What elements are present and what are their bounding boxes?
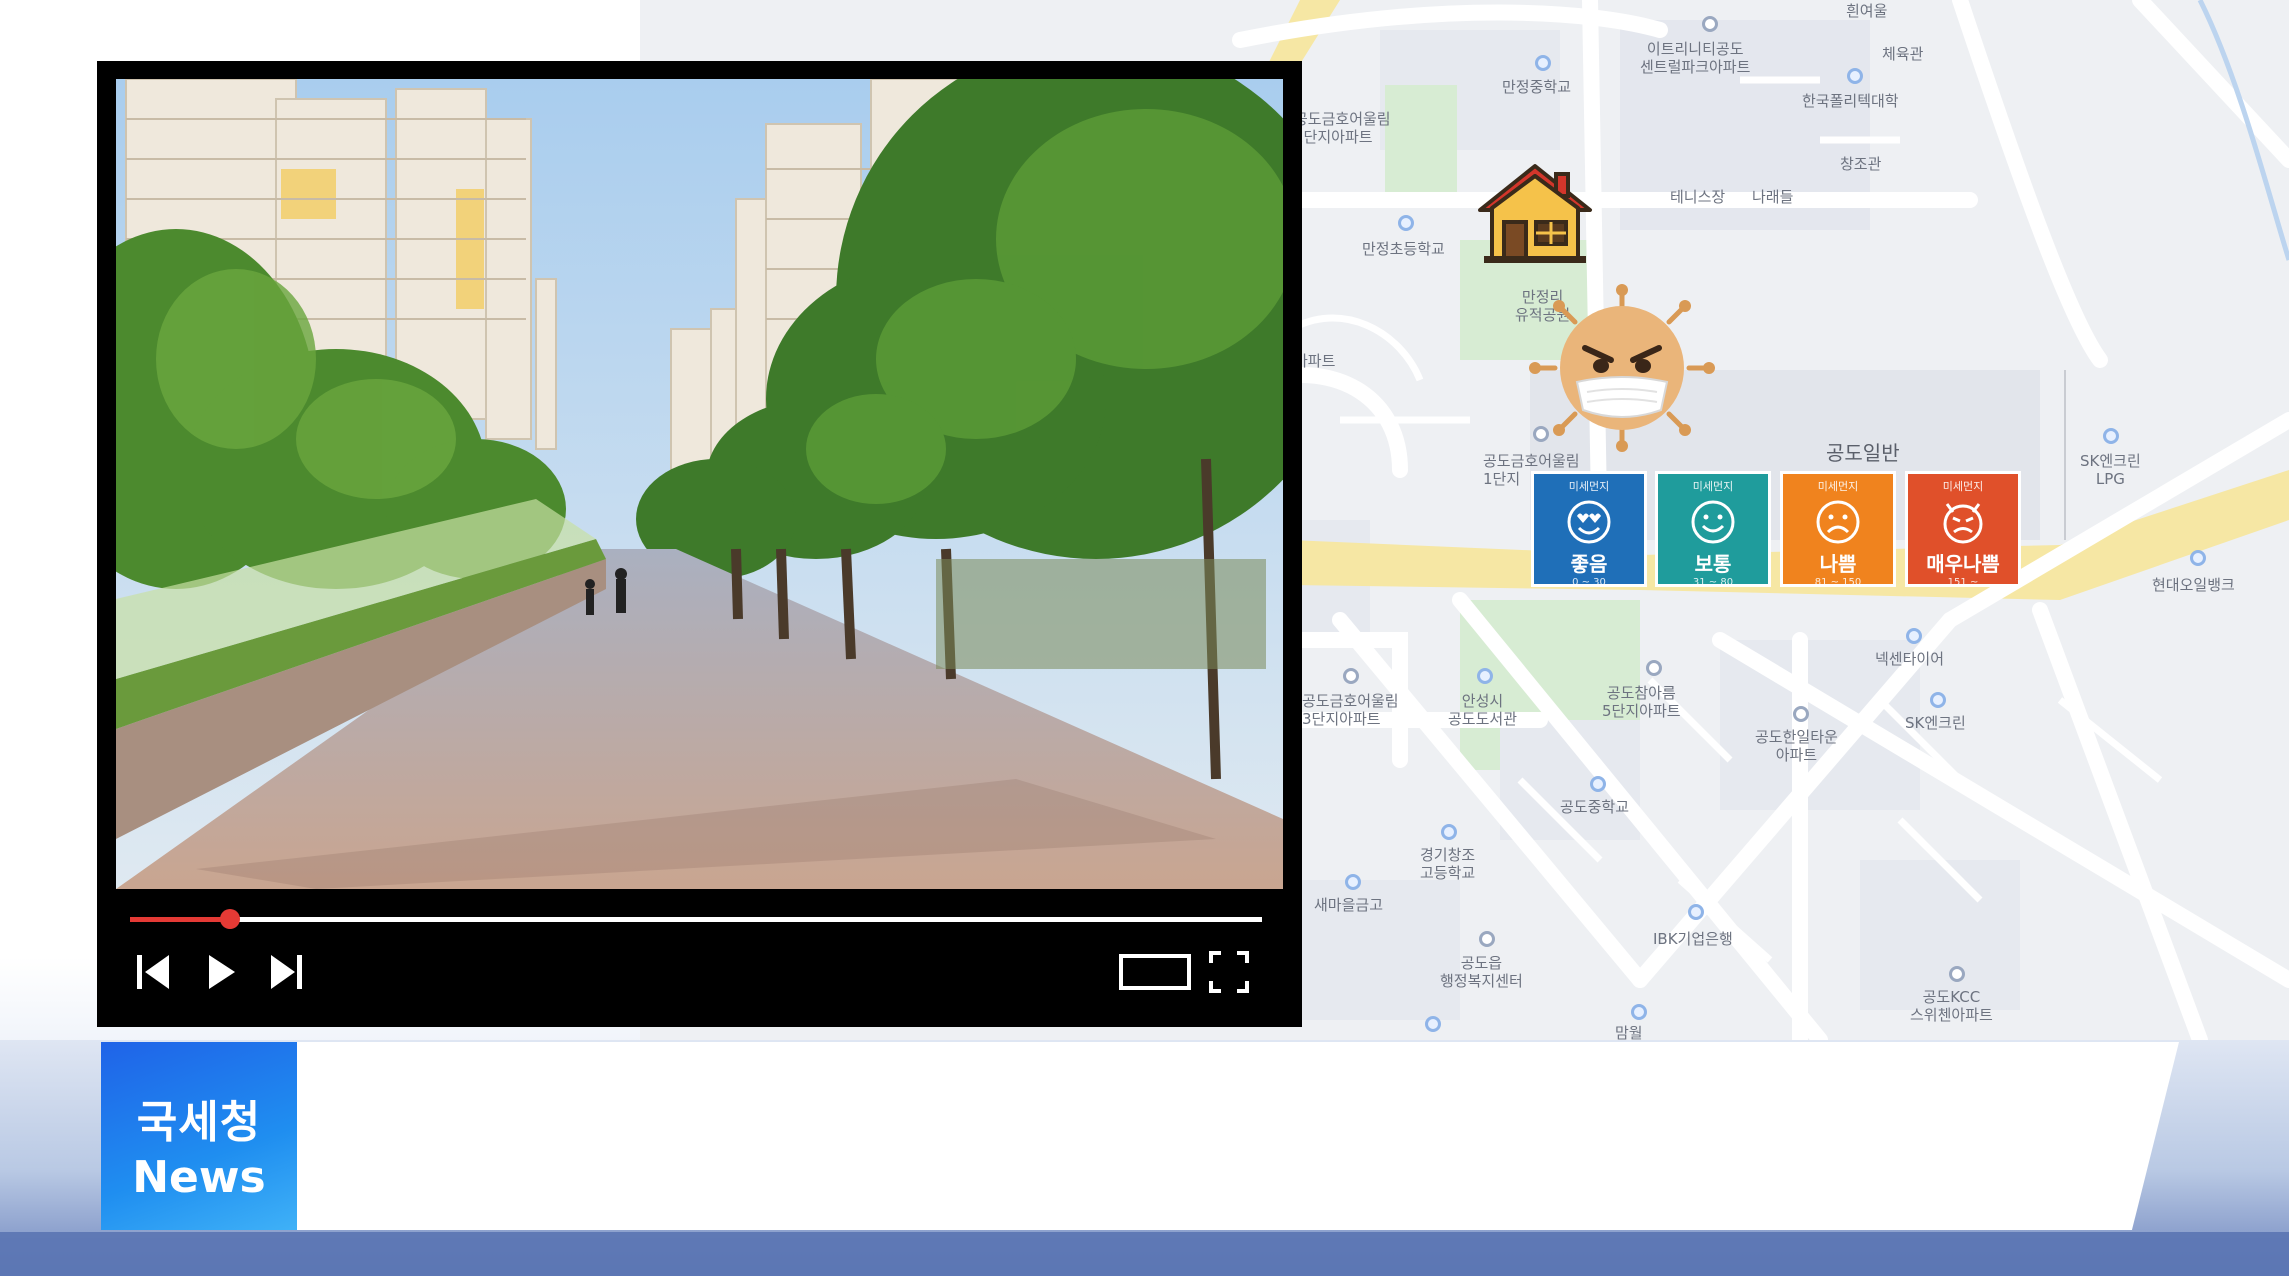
caption-box (297, 1042, 2179, 1230)
map-label: 테니스장 (1670, 188, 1726, 206)
theater-mode-icon[interactable] (1117, 947, 1193, 997)
map-poi-marker[interactable] (1949, 966, 1965, 982)
map-label: 안성시 공도도서관 (1448, 692, 1518, 728)
air-quality-range: 151 ~ (1947, 577, 1979, 588)
map-label: 공도참아름 5단지아파트 (1602, 684, 1681, 720)
air-quality-card-header: 미세먼지 (1692, 480, 1734, 493)
lower-third-footer (0, 1232, 2289, 1276)
skip-next-icon[interactable] (263, 947, 307, 997)
school-poi-icon[interactable] (1590, 776, 1606, 792)
map-poi-marker[interactable] (1343, 668, 1359, 684)
bank-poi-icon[interactable] (1688, 904, 1704, 920)
map-label: 공도읍 행정복지센터 (1440, 954, 1523, 990)
broadcast-frame: 이트리니티공도 센트럴파크아파트 흰여울 체육관 만정중학교 한국폴리텍대학 공도… (0, 0, 2289, 1276)
air-quality-card-header: 미세먼지 (1568, 480, 1610, 493)
air-quality-card-header: 미세먼지 (1942, 480, 1984, 493)
bank-poi-icon[interactable] (1345, 874, 1361, 890)
air-quality-range: 81 ~ 150 (1814, 577, 1862, 588)
map-label: 만정중학교 (1502, 78, 1572, 96)
map-poi-marker[interactable] (1793, 706, 1809, 722)
map-label: IBK기업은행 (1653, 930, 1733, 948)
air-quality-card: 미세먼지보통 31 ~ 80 (1655, 471, 1771, 588)
progress-played (130, 917, 230, 922)
library-poi-icon[interactable] (1477, 668, 1493, 684)
virus-mask-icon (1529, 284, 1715, 452)
map-label: 새마을금고 (1314, 896, 1384, 914)
progress-bar[interactable] (130, 909, 1262, 929)
heart-eyes-face-icon (1567, 500, 1611, 544)
map-label: 이트리니티공도 센트럴파크아파트 (1640, 40, 1751, 76)
frown-face-icon (1816, 500, 1860, 544)
map-label: 현대오일뱅크 (2152, 576, 2235, 594)
tire-shop-poi-icon[interactable] (1906, 628, 1922, 644)
air-quality-range: 0 ~ 30 (1572, 577, 1606, 588)
air-quality-level-label: 좋음 (1570, 552, 1608, 576)
map-label: 공도금호어울림 2단지아파트 (1294, 110, 1391, 146)
school-poi-icon[interactable] (1441, 824, 1457, 840)
map-label: 공도중학교 (1560, 798, 1630, 816)
map-label: 공도KCC 스위첸아파트 (1910, 988, 1993, 1024)
map-label: 창조관 (1840, 155, 1882, 173)
map-label: 공도금호어울림 3단지아파트 (1302, 692, 1399, 728)
progress-scrubber-handle[interactable] (219, 909, 240, 929)
map-poi-marker[interactable] (1631, 1004, 1647, 1020)
map-label: 공도일반 (1826, 441, 1900, 465)
school-poi-icon[interactable] (1398, 215, 1414, 231)
house-icon (1478, 164, 1592, 263)
map-label: 맘월 (1615, 1024, 1643, 1040)
school-poi-icon[interactable] (1847, 68, 1863, 84)
map-label: 경기창조 고등학교 (1420, 846, 1476, 882)
map-label: 만정초등학교 (1362, 240, 1445, 258)
school-poi-icon[interactable] (1535, 55, 1551, 71)
gas-station-poi-icon[interactable] (2103, 428, 2119, 444)
channel-logo: 국세청 News (101, 1042, 297, 1230)
video-player[interactable] (97, 61, 1302, 1027)
gas-station-poi-icon[interactable] (2190, 550, 2206, 566)
map-label: 공도한일타운 아파트 (1755, 728, 1838, 764)
smile-face-icon (1691, 500, 1735, 544)
map-label: 넥센타이어 (1875, 650, 1945, 668)
air-quality-range: 31 ~ 80 (1692, 577, 1734, 588)
map-label: 한국폴리텍대학 (1802, 92, 1899, 110)
air-quality-level-label: 보통 (1694, 552, 1732, 576)
map-poi-marker[interactable] (1702, 16, 1718, 32)
map-label: SK엔크린 LPG (2080, 452, 2141, 488)
air-quality-card: 미세먼지매우나쁨 151 ~ (1905, 471, 2021, 588)
map-label: 나래들 (1752, 188, 1794, 206)
map-poi-marker[interactable] (1479, 931, 1495, 947)
air-quality-card: 미세먼지나쁨 81 ~ 150 (1780, 471, 1896, 588)
video-still-park-walkway (116, 79, 1283, 889)
map-poi-marker[interactable] (1646, 660, 1662, 676)
map-label: SK엔크린 (1905, 714, 1966, 732)
angry-face-icon (1943, 503, 1983, 544)
air-quality-level-label: 매우나쁨 (1926, 552, 2000, 576)
air-quality-card-header: 미세먼지 (1817, 480, 1859, 493)
map-label: 체육관 (1882, 45, 1924, 63)
fullscreen-icon[interactable] (1207, 947, 1251, 997)
map-label: 흰여울 (1846, 2, 1888, 20)
air-quality-card: 미세먼지좋음 0 ~ 30 (1531, 471, 1647, 588)
air-quality-level-label: 나쁨 (1819, 552, 1857, 576)
gas-station-poi-icon[interactable] (1930, 692, 1946, 708)
video-frame[interactable] (116, 79, 1283, 889)
skip-previous-icon[interactable] (133, 947, 177, 997)
play-icon[interactable] (199, 947, 243, 997)
logo-korean-text: 국세청 (136, 1097, 262, 1148)
logo-english-text: News (132, 1152, 266, 1203)
map-poi-marker[interactable] (1425, 1016, 1441, 1032)
